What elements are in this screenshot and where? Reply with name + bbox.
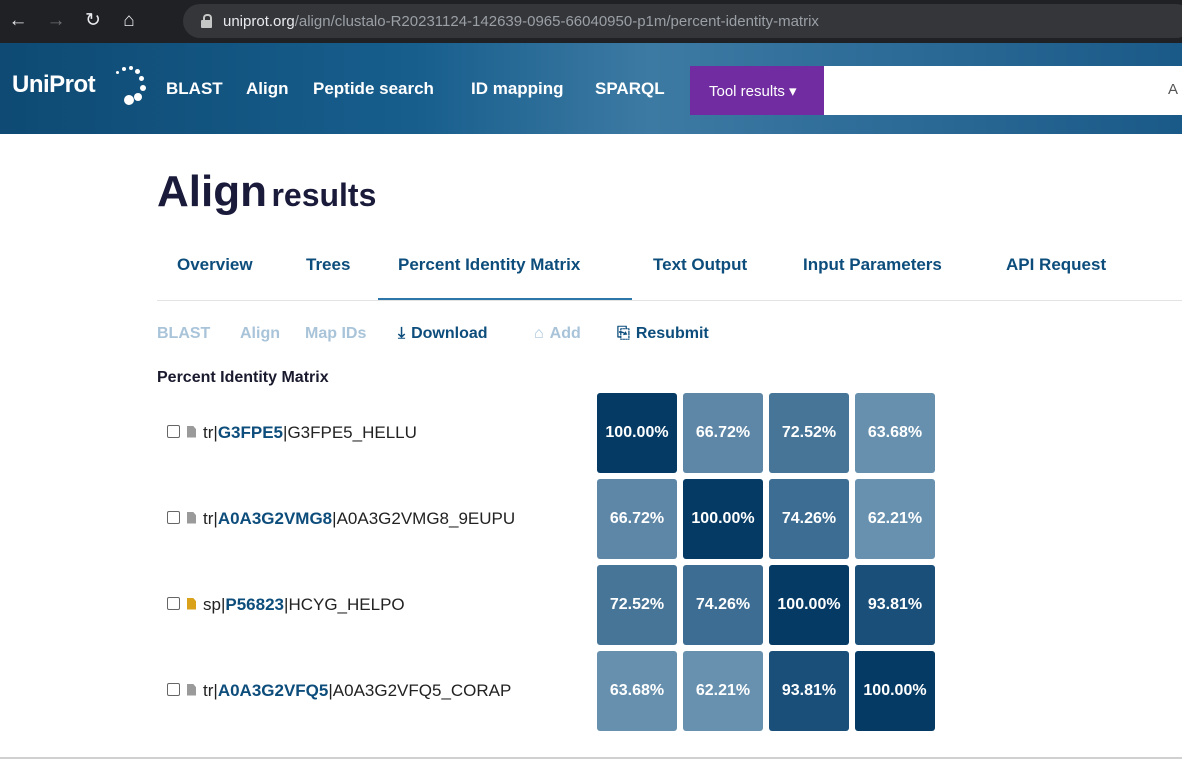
resubmit-button[interactable]: ⎘ Resubmit: [617, 325, 709, 343]
result-tabs: Overview Trees Percent Identity Matrix T…: [157, 240, 1182, 301]
matrix-cell: 63.68%: [597, 651, 677, 731]
tool-results-dropdown[interactable]: Tool results ▾: [690, 66, 824, 115]
tab-input-parameters[interactable]: Input Parameters: [803, 255, 942, 275]
active-tab-indicator: [378, 298, 632, 300]
row-checkbox[interactable]: [167, 683, 180, 697]
basket-icon: ⌂: [534, 325, 544, 342]
browser-toolbar: ← → ↻ ⌂ uniprot.org/align/clustalo-R2023…: [0, 0, 1182, 43]
accession-link[interactable]: G3FPE5: [218, 423, 283, 442]
tab-overview[interactable]: Overview: [177, 255, 253, 275]
row-checkbox[interactable]: [167, 511, 180, 525]
tab-text-output[interactable]: Text Output: [653, 255, 747, 275]
nav-peptide-search[interactable]: Peptide search: [313, 79, 434, 99]
align-button[interactable]: Align: [240, 325, 280, 343]
accession-link[interactable]: P56823: [225, 595, 284, 614]
row-checkbox[interactable]: [167, 597, 180, 611]
map-ids-button[interactable]: Map IDs: [305, 325, 366, 343]
nav-align[interactable]: Align: [246, 79, 289, 99]
download-button[interactable]: ⤓ Download: [398, 325, 488, 343]
accession-link[interactable]: A0A3G2VMG8: [218, 509, 332, 528]
page-title: Align results: [157, 167, 377, 216]
matrix-cell: 62.21%: [855, 479, 935, 559]
site-header: UniProt BLAST Align Peptide search ID ma…: [0, 43, 1182, 134]
matrix-cell: 93.81%: [855, 565, 935, 645]
forward-icon[interactable]: →: [44, 9, 68, 33]
lock-icon: [201, 14, 212, 28]
tab-trees[interactable]: Trees: [306, 255, 350, 275]
unreviewed-icon: [187, 425, 196, 438]
matrix-cell: 100.00%: [855, 651, 935, 731]
matrix-cell: 62.21%: [683, 651, 763, 731]
search-input[interactable]: A: [824, 66, 1182, 115]
download-icon: ⤓: [398, 325, 406, 342]
matrix-row-label: sp|P56823|HCYG_HELPO: [167, 595, 405, 615]
uniprot-logo[interactable]: UniProt: [12, 63, 162, 113]
matrix-cell: 93.81%: [769, 651, 849, 731]
tab-percent-identity-matrix[interactable]: Percent Identity Matrix: [398, 255, 580, 275]
back-icon[interactable]: ←: [6, 9, 30, 33]
matrix-row-label: tr|A0A3G2VFQ5|A0A3G2VFQ5_CORAP: [167, 681, 511, 701]
matrix-row-label: tr|A0A3G2VMG8|A0A3G2VMG8_9EUPU: [167, 509, 515, 529]
resubmit-icon: ⎘: [617, 325, 630, 342]
nav-blast[interactable]: BLAST: [166, 79, 223, 99]
matrix-cell: 100.00%: [683, 479, 763, 559]
url-text[interactable]: uniprot.org/align/clustalo-R20231124-142…: [223, 13, 819, 30]
home-icon[interactable]: ⌂: [117, 9, 141, 33]
matrix-cell: 72.52%: [769, 393, 849, 473]
matrix-cell: 66.72%: [683, 393, 763, 473]
matrix-cell: 66.72%: [597, 479, 677, 559]
reload-icon[interactable]: ↻: [81, 9, 105, 33]
nav-sparql[interactable]: SPARQL: [595, 79, 665, 99]
add-button[interactable]: ⌂ Add: [534, 325, 581, 343]
unreviewed-icon: [187, 511, 196, 524]
blast-button[interactable]: BLAST: [157, 325, 210, 343]
unreviewed-icon: [187, 683, 196, 696]
reviewed-icon: [187, 597, 196, 610]
address-bar[interactable]: uniprot.org/align/clustalo-R20231124-142…: [183, 4, 1182, 38]
matrix-cell: 63.68%: [855, 393, 935, 473]
matrix-cell: 100.00%: [769, 565, 849, 645]
logo-text: UniProt: [12, 71, 96, 98]
tab-api-request[interactable]: API Request: [1006, 255, 1106, 275]
matrix-cell: 72.52%: [597, 565, 677, 645]
matrix-cell: 100.00%: [597, 393, 677, 473]
matrix-cell: 74.26%: [683, 565, 763, 645]
nav-id-mapping[interactable]: ID mapping: [471, 79, 564, 99]
row-checkbox[interactable]: [167, 425, 180, 439]
matrix-row-label: tr|G3FPE5|G3FPE5_HELLU: [167, 423, 417, 443]
accession-link[interactable]: A0A3G2VFQ5: [218, 681, 329, 700]
matrix-heading: Percent Identity Matrix: [157, 369, 329, 386]
matrix-cell: 74.26%: [769, 479, 849, 559]
